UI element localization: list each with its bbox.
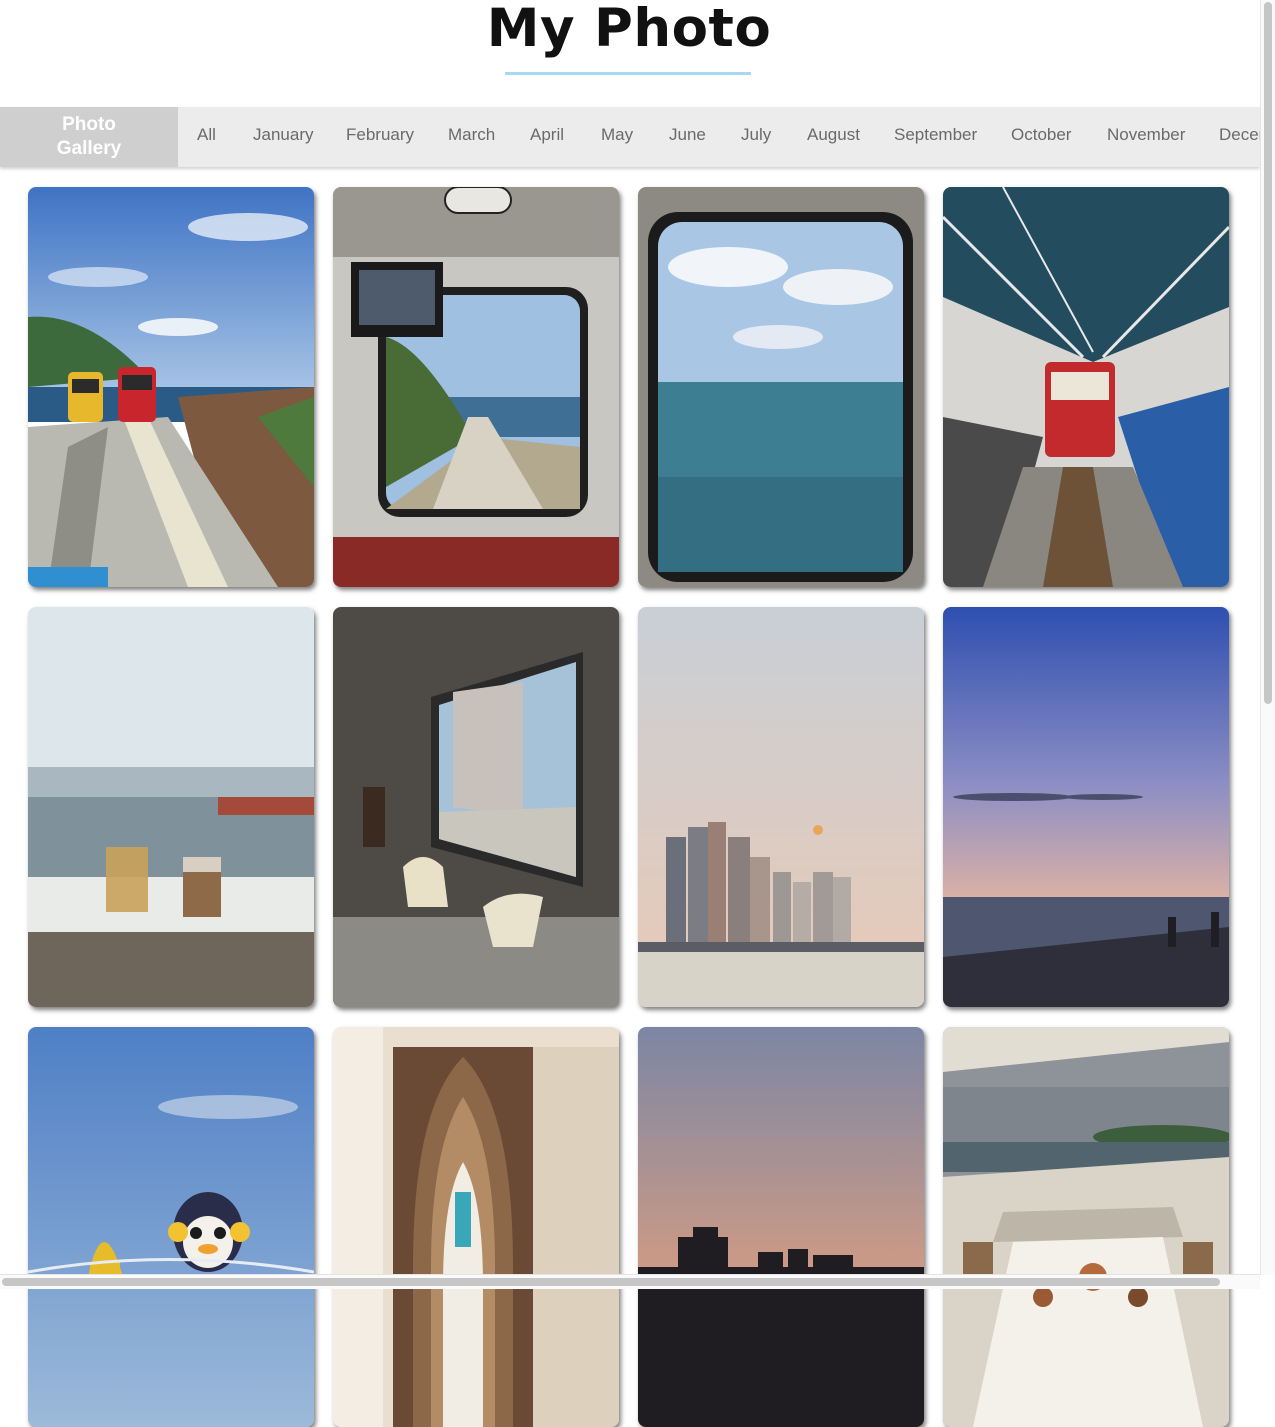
photo-skyline-dusk	[638, 607, 924, 1007]
photo-card-9[interactable]	[28, 1027, 314, 1427]
photo-card-8[interactable]	[943, 607, 1229, 1007]
photo-card-12[interactable]	[943, 1027, 1229, 1427]
photo-tram-cabin	[333, 187, 619, 587]
photo-card-7[interactable]	[638, 607, 924, 1007]
photo-coastal-tram	[28, 187, 314, 587]
horizontal-scrollbar-thumb[interactable]	[2, 1278, 1220, 1286]
photo-card-6[interactable]	[333, 607, 619, 1007]
photo-card-1[interactable]	[28, 187, 314, 587]
vertical-scrollbar-thumb[interactable]	[1264, 2, 1272, 704]
photo-card-3[interactable]	[638, 187, 924, 587]
horizontal-scrollbar[interactable]	[0, 1274, 1260, 1289]
vertical-scrollbar[interactable]	[1260, 0, 1275, 1275]
photo-gallery	[0, 0, 1260, 1427]
photo-card-10[interactable]	[333, 1027, 619, 1427]
photo-card-5[interactable]	[28, 607, 314, 1007]
photo-card-11[interactable]	[638, 1027, 924, 1427]
photo-card-2[interactable]	[333, 187, 619, 587]
photo-sunset-silhouette	[638, 1027, 924, 1427]
photo-card-4[interactable]	[943, 187, 1229, 587]
photo-red-tram-station	[943, 187, 1229, 587]
photo-yacht-deck	[943, 1027, 1229, 1427]
photo-sea-window	[638, 187, 924, 587]
photo-penguin-surfboard	[28, 1027, 314, 1427]
photo-cafe-interior	[333, 607, 619, 1007]
photo-wooden-arch	[333, 1027, 619, 1427]
photo-harbor-drinks	[28, 607, 314, 1007]
photo-beach-twilight	[943, 607, 1229, 1007]
